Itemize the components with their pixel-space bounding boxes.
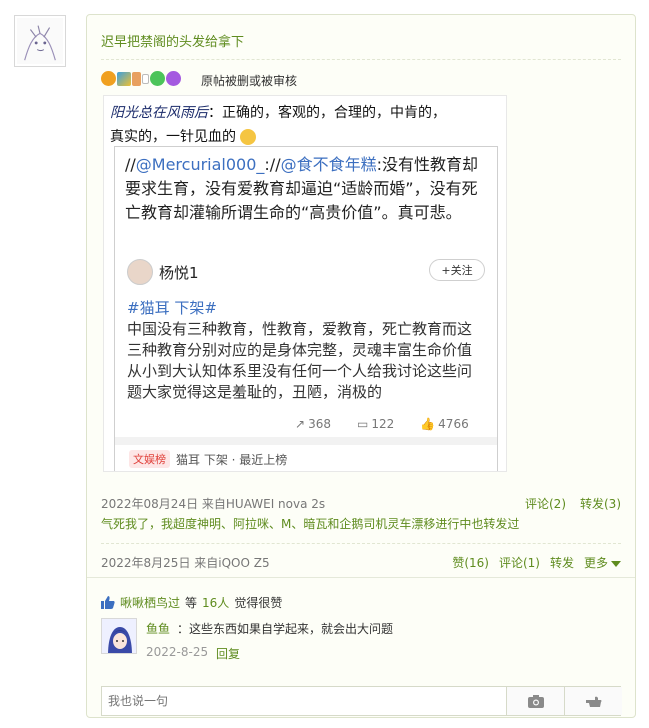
comment-username[interactable]: 鱼鱼 <box>146 620 170 637</box>
repost-button[interactable]: 转发 <box>550 554 574 571</box>
share-icon: ↗ <box>295 417 306 431</box>
follow-button: +关注 <box>429 259 485 281</box>
thumb-up-icon <box>101 596 115 609</box>
comment-time: 2022-8-25 <box>146 645 209 659</box>
divider <box>101 59 621 60</box>
stat-repost-count: 368 <box>308 417 331 431</box>
like-button[interactable]: 赞(16) <box>452 554 489 571</box>
purple-heart-badge-icon[interactable] <box>166 71 181 86</box>
badge-row <box>101 71 181 86</box>
screenshot-line-2: 真实的，一针见血的 <box>110 126 256 146</box>
deleted-note: 原帖被删或被审核 <box>201 74 298 88</box>
comment-text: ：这些东西如果自学起来，就会出大问题 <box>177 622 394 636</box>
camera-button[interactable] <box>506 687 564 715</box>
anime-avatar-image <box>102 619 136 653</box>
stat-like: 👍 4766 <box>420 417 469 431</box>
comment-button[interactable]: 评论(1) <box>499 554 540 571</box>
liker-link[interactable]: 啾啾栖鸟过 <box>120 594 180 611</box>
screenshot-line-1: 阳光总在风雨后：正确的，客观的，合理的，中肯的， <box>110 102 446 122</box>
flag-badge-icon[interactable] <box>132 71 141 86</box>
stat-repost: ↗ 368 <box>295 417 331 431</box>
card-badge-icon[interactable] <box>117 71 131 86</box>
reply-link[interactable]: 回复 <box>216 645 240 662</box>
comment-area: 啾啾栖鸟过等 16人 觉得很赞 鱼鱼 ：这些东西如果自学起来，就会出大问题 2022… <box>87 577 635 717</box>
post-meta: 2022年08月24日 来自HUAWEI nova 2s <box>101 497 326 511</box>
post-title: 迟早把禁阁的头发给拿下 <box>101 35 245 50</box>
likes-summary: 啾啾栖鸟过等 16人 觉得很赞 <box>101 594 282 611</box>
original-username: 杨悦1 <box>159 263 199 282</box>
screenshot-text-1: ：正确的，客观的，合理的，中肯的， <box>208 105 446 121</box>
comment-input[interactable] <box>102 687 506 715</box>
blank-badge-icon[interactable] <box>142 73 149 84</box>
post-actions: 评论(2) 转发(3) <box>525 495 621 512</box>
thumb-up-icon: 👍 <box>420 417 436 431</box>
stat-comment-count: 122 <box>371 417 395 431</box>
like-tail: 觉得很赞 <box>234 596 283 610</box>
repost-text: //@Mercurial000_://@食不食年糕:没有性教育却要求生育，没有爱… <box>125 153 489 225</box>
comment-icon: ▭ <box>356 417 369 431</box>
repost-link[interactable]: 转发(3) <box>580 495 621 512</box>
hot-rank-text: 猫耳 下架 · 最近上榜 <box>176 452 288 467</box>
stat-comment: ▭ 122 <box>357 417 394 431</box>
sketch-avatar-image <box>17 18 63 64</box>
share-meta: 2022年8月25日 来自iQOO Z5 <box>101 556 270 570</box>
post-card: 迟早把禁阁的头发给拿下 原帖被删或被审核 阳光总在风雨后：正确的，客观的，合理的… <box>86 14 636 718</box>
screenshot-divider <box>115 437 497 445</box>
repost-sep: :// <box>264 155 281 174</box>
screenshot-repost-box: //@Mercurial000_://@食不食年糕:没有性教育却要求生育，没有爱… <box>114 146 498 471</box>
like-count-link[interactable]: 16人 <box>202 594 229 611</box>
original-body: 中国没有三种教育，性教育，爱教育，死亡教育而这三种教育分别对应的是身体完整，灵魂… <box>127 320 473 401</box>
hot-rank-badge: 文娱榜 <box>129 450 170 468</box>
more-label: 更多 <box>583 556 608 570</box>
hot-rank-row: 文娱榜 猫耳 下架 · 最近上榜 <box>129 450 287 468</box>
smile-emoji-icon <box>240 129 256 145</box>
divider <box>101 543 621 544</box>
user-avatar[interactable] <box>14 15 66 67</box>
share-actions: 赞(16) 评论(1) 转发 更多 <box>452 554 621 571</box>
stat-like-count: 4766 <box>438 417 469 431</box>
chevron-down-icon <box>611 561 621 567</box>
screenshot-text-2: 真实的，一针见血的 <box>110 129 236 145</box>
embedded-screenshot-image[interactable]: 阳光总在风雨后：正确的，客观的，合理的，中肯的， 真实的，一针见血的 //@Me… <box>103 95 507 472</box>
comment-avatar[interactable] <box>101 618 137 654</box>
send-button[interactable] <box>564 687 622 715</box>
comment-input-row <box>101 686 622 716</box>
pointing-hand-icon <box>585 696 601 707</box>
mention-1: @Mercurial000_ <box>135 155 265 174</box>
handwritten-name: 阳光总在风雨后 <box>110 105 208 121</box>
camera-icon <box>527 694 544 708</box>
pumpkin-badge-icon[interactable] <box>101 71 116 86</box>
mention-2: @食不食年糕 <box>280 155 377 174</box>
original-user-row: 杨悦1 <box>127 259 199 285</box>
green-heart-badge-icon[interactable] <box>150 71 165 86</box>
original-hashtag: #猫耳 下架# <box>127 299 217 317</box>
more-button[interactable]: 更多 <box>584 554 621 571</box>
repost-prefix: // <box>125 155 136 174</box>
comment-link[interactable]: 评论(2) <box>525 495 566 512</box>
repost-info-link[interactable]: 气死我了，我超度神明、阿拉咪、M、暗瓦和企鹅司机灵车漂移进行中也转发过 <box>101 515 519 532</box>
original-avatar <box>127 259 153 285</box>
original-stats: ↗ 368 ▭ 122 👍 4766 <box>295 417 469 431</box>
liker-suffix: 等 <box>185 596 198 610</box>
